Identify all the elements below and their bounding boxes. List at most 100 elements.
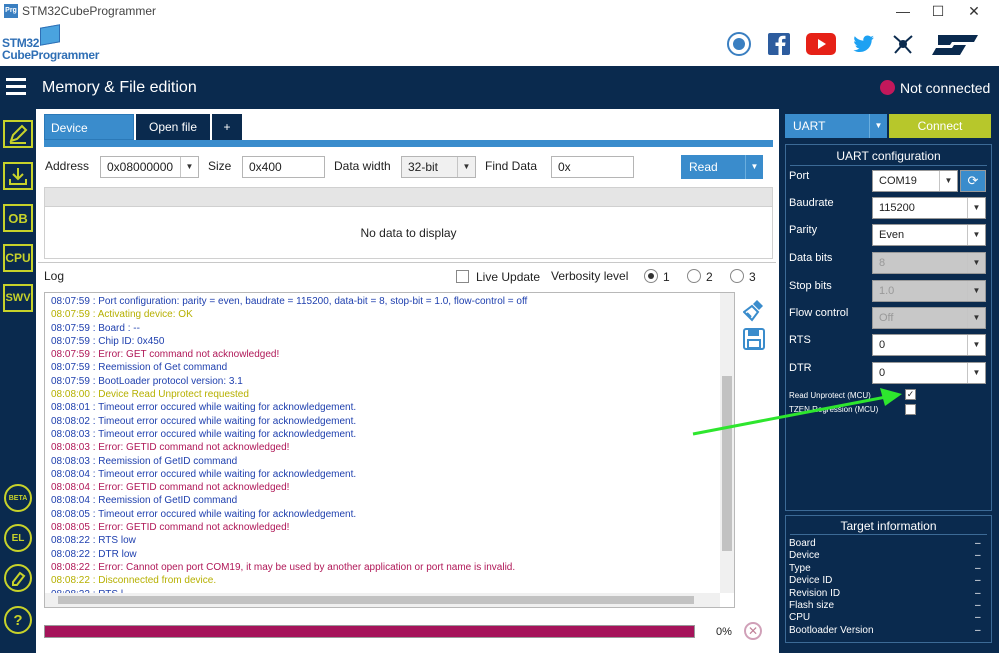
- chevron-down-icon: ▼: [967, 253, 985, 273]
- verbosity-radio-2[interactable]: [687, 269, 701, 283]
- sidebar-cpu-button[interactable]: CPU: [3, 244, 33, 272]
- twitter-icon[interactable]: [852, 32, 876, 56]
- anniversary-icon[interactable]: [727, 32, 751, 56]
- annotation-arrow: [692, 388, 902, 436]
- log-line: 08:08:04 : Timeout error occured while w…: [51, 468, 357, 480]
- cube-logo-icon: [40, 24, 60, 46]
- memory-grid-header: [44, 187, 773, 207]
- log-console[interactable]: 08:07:59 : Port configuration: parity = …: [44, 292, 735, 608]
- tab-device-memory[interactable]: Device memory: [44, 114, 134, 161]
- eraser-icon: [12, 571, 26, 586]
- log-horizontal-scroll-thumb[interactable]: [58, 596, 694, 604]
- log-line: 08:08:22 : Error: Cannot open port COM19…: [51, 561, 516, 573]
- interface-select[interactable]: UART ▼: [785, 114, 887, 138]
- network-icon[interactable]: [891, 32, 915, 56]
- verbosity-radio-3[interactable]: [730, 269, 744, 283]
- cancel-operation-icon[interactable]: ✕: [744, 622, 762, 640]
- target-info-value: –: [975, 538, 981, 549]
- sidebar-ob-button[interactable]: OB: [3, 204, 33, 232]
- log-line: 08:07:59 : Activating device: OK: [51, 309, 193, 321]
- divider: [790, 165, 987, 166]
- window-title: STM32CubeProgrammer: [22, 4, 157, 18]
- menu-icon[interactable]: [6, 78, 26, 95]
- tab-add[interactable]: +: [212, 114, 242, 140]
- stop-bits-label: Stop bits: [789, 280, 832, 292]
- log-line: 08:08:04 : Error: GETID command not ackn…: [51, 482, 290, 494]
- target-info-value: –: [975, 624, 981, 636]
- address-label: Address: [45, 159, 90, 173]
- live-update-label: Live Update: [476, 270, 541, 284]
- empty-grid-text: No data to display: [360, 226, 457, 240]
- find-data-input[interactable]: 0x: [551, 156, 634, 178]
- sidebar-download-button[interactable]: [3, 162, 33, 190]
- app-window: Prg STM32CubeProgrammer — ☐ ✕ STM32 Cube…: [0, 0, 999, 653]
- data-width-label: Data width: [334, 159, 391, 173]
- rts-select[interactable]: 0 ▼: [872, 334, 986, 356]
- connect-button[interactable]: Connect: [889, 114, 991, 138]
- port-value: COM19: [879, 175, 917, 187]
- find-data-label: Find Data: [485, 159, 538, 173]
- target-info-label: Flash size: [789, 600, 835, 611]
- chevron-down-icon: ▼: [967, 308, 985, 328]
- sidebar-eraser-button[interactable]: [4, 564, 32, 592]
- read-label: Read: [689, 160, 718, 174]
- sidebar-beta-button[interactable]: BETA: [4, 484, 32, 512]
- parity-select[interactable]: Even ▼: [872, 224, 986, 246]
- connection-status: Not connected: [900, 80, 991, 96]
- chevron-down-icon: ▼: [967, 198, 985, 218]
- verbosity-label: Verbosity level: [551, 269, 629, 283]
- log-line: 08:07:59 : Error: GET command not acknow…: [51, 349, 280, 361]
- target-info-label: Device ID: [789, 575, 833, 587]
- help-icon[interactable]: ?: [4, 606, 32, 634]
- port-label: Port: [789, 170, 810, 182]
- save-log-icon[interactable]: [743, 328, 767, 352]
- log-line: 08:07:59 : Port configuration: parity = …: [51, 296, 528, 307]
- tab-open-file[interactable]: Open file: [136, 114, 210, 140]
- clear-log-icon[interactable]: [742, 298, 767, 322]
- baudrate-label: Baudrate: [789, 197, 834, 209]
- verbosity-radio-1[interactable]: [644, 269, 658, 283]
- rts-label: RTS: [789, 334, 811, 346]
- pencil-icon: [9, 124, 28, 144]
- size-label: Size: [208, 159, 232, 173]
- youtube-icon[interactable]: [806, 32, 836, 56]
- chevron-down-icon: ▼: [967, 225, 985, 245]
- maximize-button[interactable]: ☐: [921, 0, 955, 22]
- verbosity-option-1: 1: [663, 270, 670, 284]
- st-logo-icon[interactable]: [930, 32, 980, 56]
- logo-text-line2: CubeProgrammer: [2, 48, 100, 62]
- target-info-label: Revision ID: [789, 587, 841, 599]
- size-input[interactable]: 0x400: [242, 156, 325, 178]
- data-width-select[interactable]: 32-bit ▼: [401, 156, 476, 178]
- baudrate-select[interactable]: 115200 ▼: [872, 197, 986, 219]
- log-line: 08:07:59 : Chip ID: 0x450: [51, 335, 165, 347]
- minimize-button[interactable]: —: [886, 0, 920, 22]
- dtr-label: DTR: [789, 362, 812, 374]
- tab-strip: [44, 140, 773, 147]
- read-button[interactable]: Read ▼: [681, 155, 763, 179]
- facebook-icon[interactable]: [767, 32, 791, 56]
- log-label: Log: [44, 269, 65, 283]
- data-width-value: 32-bit: [408, 160, 439, 174]
- sidebar-el-button[interactable]: EL: [4, 524, 32, 552]
- refresh-ports-icon[interactable]: ⟳: [960, 170, 986, 192]
- stop-bits-value: 1.0: [879, 285, 895, 297]
- divider: [790, 534, 987, 535]
- progress-bar-fill: [45, 626, 694, 637]
- log-lines: 08:07:59 : Port configuration: parity = …: [51, 295, 711, 601]
- log-line: 08:08:05 : Error: GETID command not ackn…: [51, 522, 290, 534]
- close-window-button[interactable]: ✕: [957, 0, 991, 22]
- address-combo[interactable]: 0x08000000 ▼: [100, 156, 199, 178]
- app-logo: STM32 CubeProgrammer: [2, 24, 112, 62]
- data-bits-select: 8 ▼: [872, 252, 986, 274]
- verbosity-option-2: 2: [706, 270, 713, 284]
- port-select[interactable]: COM19 ▼: [872, 170, 958, 192]
- sidebar-swv-button[interactable]: SWV: [3, 284, 33, 312]
- sidebar-memory-edit-button[interactable]: [3, 120, 33, 148]
- chevron-down-icon: ▼: [967, 281, 985, 301]
- data-bits-value: 8: [879, 257, 886, 269]
- log-line: 08:08:02 : Timeout error occured while w…: [51, 415, 357, 427]
- log-line: 08:08:22 : Disconnected from device.: [51, 575, 217, 587]
- live-update-checkbox[interactable]: [456, 270, 469, 283]
- chevron-down-icon: ▼: [457, 157, 475, 177]
